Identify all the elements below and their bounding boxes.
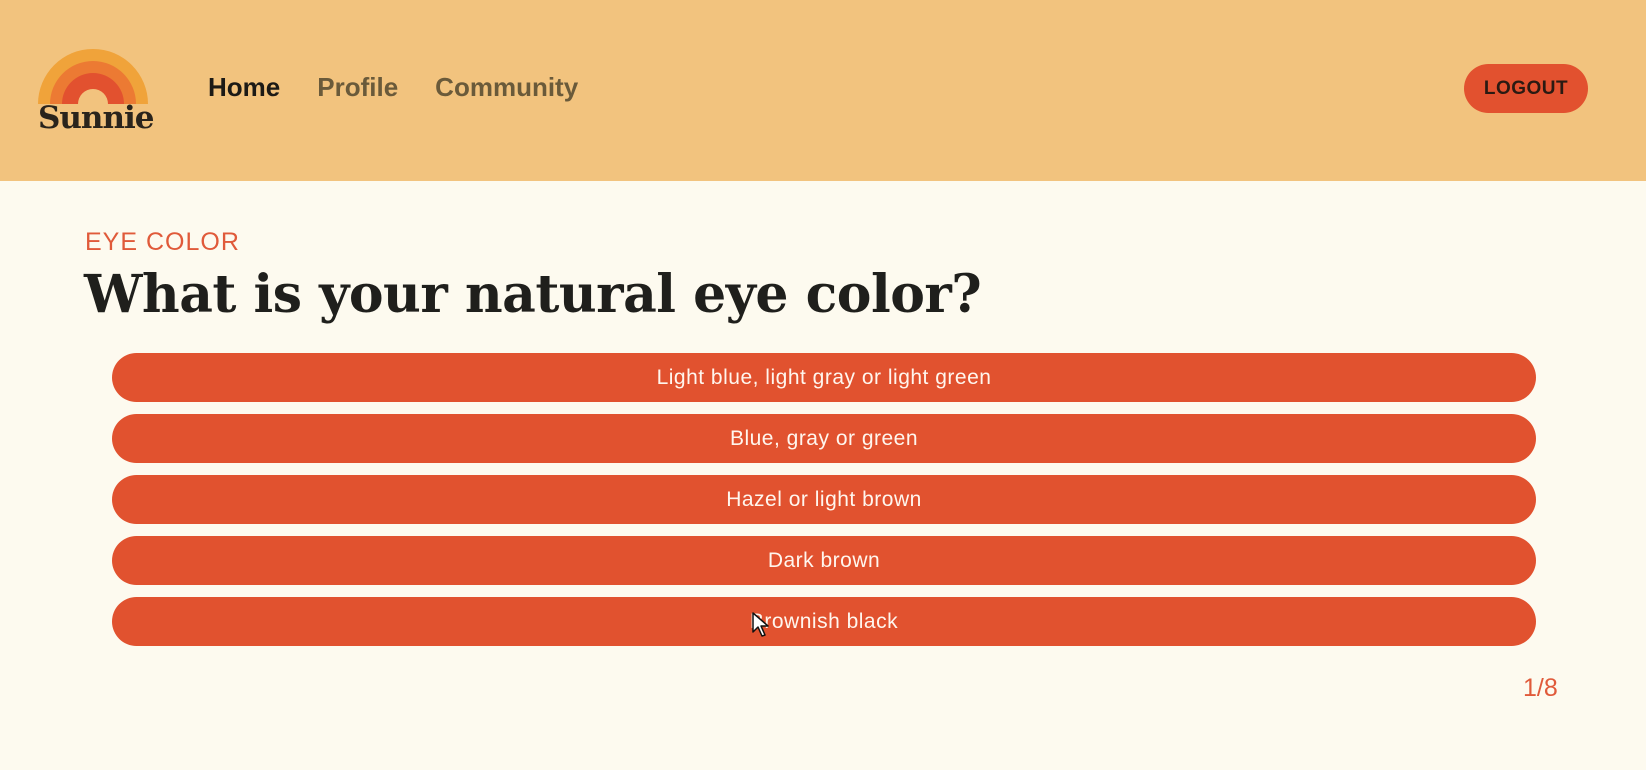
logout-button[interactable]: LOGOUT	[1464, 64, 1588, 113]
header: Sunnie Home Profile Community LOGOUT	[0, 0, 1646, 181]
nav-home[interactable]: Home	[208, 72, 280, 103]
nav-community[interactable]: Community	[435, 72, 578, 103]
rainbow-sun-icon	[38, 49, 148, 104]
nav-profile[interactable]: Profile	[317, 72, 398, 103]
question-category: EYE COLOR	[85, 228, 240, 256]
brand-name: Sunnie	[38, 100, 155, 136]
question-title: What is your natural eye color?	[84, 264, 982, 325]
option-button[interactable]: Blue, gray or green	[112, 414, 1536, 463]
option-button[interactable]: Brownish black	[112, 597, 1536, 646]
question-progress: 1/8	[1523, 674, 1558, 702]
mouse-pointer-icon	[752, 612, 769, 637]
option-button[interactable]: Dark brown	[112, 536, 1536, 585]
answer-options: Light blue, light gray or light green Bl…	[112, 353, 1536, 658]
main-nav: Home Profile Community	[208, 72, 578, 103]
brand-logo[interactable]: Sunnie	[36, 42, 155, 138]
option-button[interactable]: Hazel or light brown	[112, 475, 1536, 524]
option-button[interactable]: Light blue, light gray or light green	[112, 353, 1536, 402]
